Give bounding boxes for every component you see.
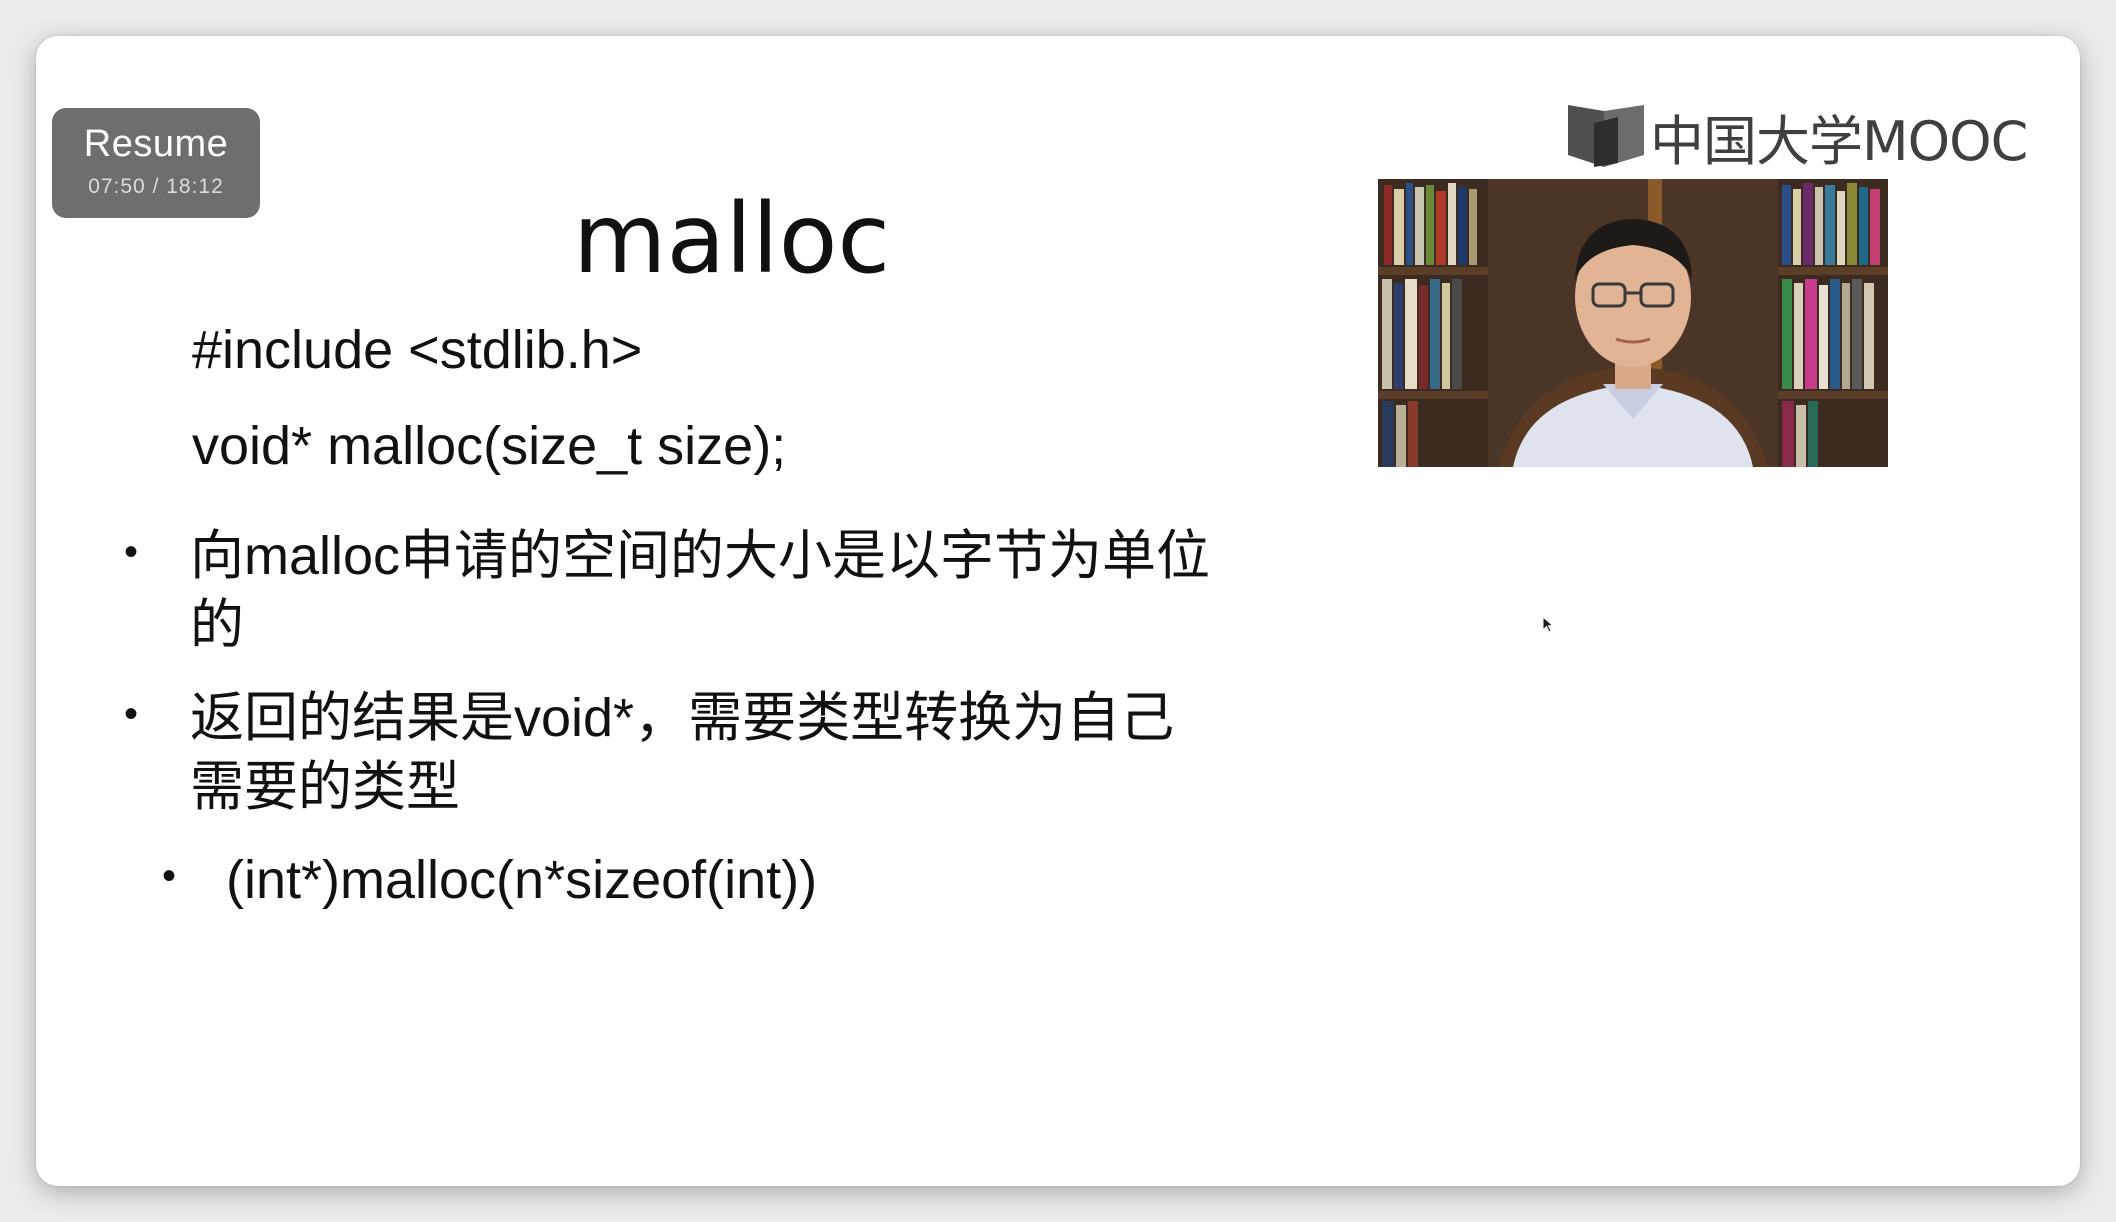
video-player-frame: Resume 07:50 / 18:12 malloc 中国大学MOOC #in…	[36, 36, 2080, 1186]
bookshelf-left	[1378, 179, 1488, 467]
bullet-text-line2: 的	[190, 595, 244, 655]
bullet-text-line1: 返回的结果是void*，需要类型转换为自己	[190, 688, 1175, 748]
sub-bullet-marker: •	[162, 854, 177, 898]
malloc-signature: void* malloc(size_t size);	[192, 416, 787, 476]
resume-label: Resume	[83, 123, 229, 165]
playback-time: 07:50 / 18:12	[88, 175, 224, 198]
bullet-marker: •	[124, 692, 139, 736]
resume-button[interactable]: Resume 07:50 / 18:12	[52, 108, 260, 218]
mooc-logo: 中国大学MOOC	[1564, 96, 2028, 176]
mouse-cursor-icon	[1542, 616, 1555, 633]
presenter-image	[1378, 179, 1888, 467]
presenter-video-thumbnail[interactable]	[1378, 179, 1888, 467]
bookshelf-right	[1778, 179, 1888, 467]
logo-text: 中国大学MOOC	[1650, 109, 2028, 173]
sub-bullet-code: (int*)malloc(n*sizeof(int))	[226, 850, 818, 910]
book-icon	[1568, 105, 1644, 167]
include-line: #include <stdlib.h>	[192, 320, 643, 380]
bullet-text-line2: 需要的类型	[190, 757, 460, 817]
slide-title: malloc	[573, 183, 891, 295]
bullet-marker: •	[124, 530, 139, 574]
bullet-text-line1: 向malloc申请的空间的大小是以字节为单位	[190, 526, 1211, 586]
